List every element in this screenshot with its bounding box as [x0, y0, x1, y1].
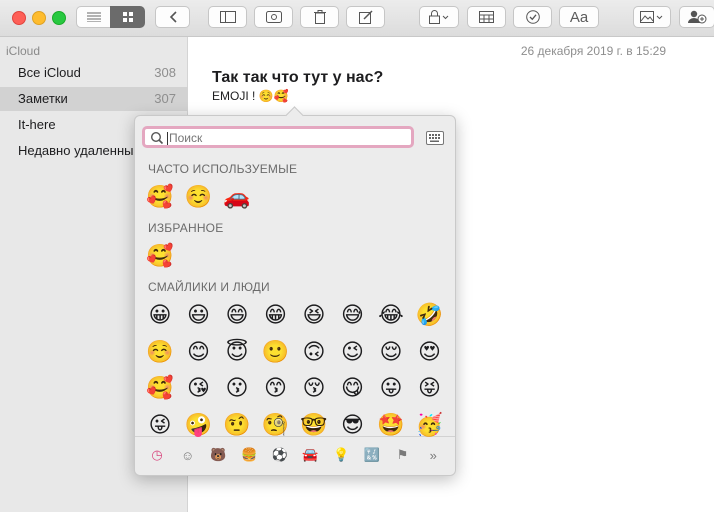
emoji-cell[interactable]: 😊: [184, 337, 214, 367]
emoji-cell[interactable]: 😙: [261, 373, 291, 403]
section-title-frequent: ЧАСТО ИСПОЛЬЗУЕМЫЕ: [148, 162, 298, 176]
flag-icon[interactable]: ⚑: [394, 446, 412, 464]
emoji-cell[interactable]: 😂: [376, 300, 406, 330]
emoji-search-input[interactable]: [169, 131, 399, 145]
emoji-cell[interactable]: 🥳: [415, 410, 445, 440]
note-date: 26 декабря 2019 г. в 15:29: [520, 44, 666, 58]
emoji-cell[interactable]: 😆: [299, 300, 329, 330]
emoji-cell[interactable]: ☺️: [184, 182, 214, 212]
emoji-cell[interactable]: 🙃: [299, 337, 329, 367]
new-note-button[interactable]: [346, 6, 385, 28]
emoji-cell[interactable]: 🥰: [145, 182, 175, 212]
compose-icon: [358, 10, 373, 24]
zoom-window-button[interactable]: [52, 11, 66, 25]
sidebar-item-count: 307: [154, 91, 176, 106]
emoji-cell[interactable]: 🥰: [145, 373, 175, 403]
toolbar: Aa: [0, 0, 714, 37]
text-cursor: [167, 132, 168, 145]
checklist-button[interactable]: [513, 6, 552, 28]
close-window-button[interactable]: [12, 11, 26, 25]
emoji-cell[interactable]: 😄: [222, 300, 252, 330]
emoji-cell[interactable]: 😝: [415, 373, 445, 403]
section-title-favorites: ИЗБРАННОЕ: [148, 221, 224, 235]
media-button[interactable]: [633, 6, 671, 28]
section-title-smileys: СМАЙЛИКИ И ЛЮДИ: [148, 280, 270, 294]
share-button[interactable]: [679, 6, 714, 28]
add-person-icon: [688, 10, 707, 24]
car-icon[interactable]: 🚘: [302, 446, 320, 464]
table-icon: [479, 11, 494, 23]
sidebar-item-count: 308: [154, 65, 176, 80]
sidebar-icon: [219, 11, 236, 23]
lock-icon: [429, 10, 449, 24]
table-button[interactable]: [467, 6, 506, 28]
sidebar-item-label: Все iCloud: [18, 65, 81, 80]
emoji-cell[interactable]: 😗: [222, 373, 252, 403]
attachments-button[interactable]: [254, 6, 293, 28]
trash-icon: [313, 10, 326, 24]
emoji-category-bar: ◷ ☺ 🐻 🍔 ⚽ 🚘 💡 🔣 ⚑ »: [135, 436, 455, 475]
emoji-cell[interactable]: 🙂: [261, 337, 291, 367]
emoji-cell[interactable]: 😃: [184, 300, 214, 330]
sidebar-item-all-icloud[interactable]: Все iCloud 308: [0, 61, 188, 85]
note-body[interactable]: EMOJI ! ☺️🥰: [212, 89, 289, 103]
delete-button[interactable]: [300, 6, 339, 28]
sidebar-item-label: Недавно удаленные: [18, 143, 141, 158]
list-icon: [86, 12, 101, 22]
emoji-cell[interactable]: 🥰: [145, 241, 175, 271]
search-icon: [150, 131, 164, 145]
emoji-cell[interactable]: 😇: [222, 337, 252, 367]
lock-button[interactable]: [419, 6, 459, 28]
grid-icon: [122, 12, 133, 22]
emoji-cell[interactable]: 😜: [145, 410, 175, 440]
animal-icon[interactable]: 🐻: [209, 446, 227, 464]
chevron-left-icon: [169, 11, 177, 23]
emoji-cell[interactable]: 😛: [376, 373, 406, 403]
character-viewer-icon[interactable]: [426, 131, 444, 145]
account-header: iCloud: [6, 44, 41, 58]
emoji-cell[interactable]: 🤨: [222, 410, 252, 440]
emoji-cell[interactable]: 🤣: [415, 300, 445, 330]
emoji-cell[interactable]: 😁: [261, 300, 291, 330]
emoji-cell[interactable]: 😚: [299, 373, 329, 403]
sidebar-item-label: It-here: [18, 117, 56, 132]
food-icon[interactable]: 🍔: [240, 446, 258, 464]
emoji-cell[interactable]: 🤓: [299, 410, 329, 440]
emoji-cell[interactable]: 🧐: [261, 410, 291, 440]
emoji-cell[interactable]: 😉: [338, 337, 368, 367]
recent-clock-icon[interactable]: ◷: [148, 446, 166, 464]
ball-icon[interactable]: ⚽: [271, 446, 289, 464]
smiley-icon[interactable]: ☺: [179, 446, 197, 464]
emoji-cell[interactable]: 😍: [415, 337, 445, 367]
sidebar-item-notes[interactable]: Заметки 307: [0, 87, 188, 111]
photo-icon: [640, 11, 663, 23]
emoji-cell[interactable]: 🤩: [376, 410, 406, 440]
emoji-cell[interactable]: 😋: [338, 373, 368, 403]
sidebar-item-label: Заметки: [18, 91, 68, 106]
minimize-window-button[interactable]: [32, 11, 46, 25]
note-title[interactable]: Так так что тут у нас?: [212, 69, 383, 87]
emoji-cell[interactable]: 😌: [376, 337, 406, 367]
emoji-search-field[interactable]: [142, 126, 414, 148]
gallery-view-button[interactable]: [110, 6, 145, 28]
emoji-cell[interactable]: 😎: [338, 410, 368, 440]
format-button[interactable]: Aa: [559, 6, 599, 28]
format-text-icon: Aa: [569, 8, 589, 26]
checkmark-circle-icon: [525, 10, 540, 24]
emoji-cell[interactable]: 🚗: [222, 182, 252, 212]
list-view-button[interactable]: [76, 6, 111, 28]
emoji-cell[interactable]: 😘: [184, 373, 214, 403]
emoji-cell[interactable]: 🤪: [184, 410, 214, 440]
attachment-icon: [265, 11, 282, 23]
lightbulb-icon[interactable]: 💡: [332, 446, 350, 464]
symbols-icon[interactable]: 🔣: [363, 446, 381, 464]
more-icon[interactable]: »: [424, 446, 442, 464]
emoji-cell[interactable]: 😀: [145, 300, 175, 330]
emoji-picker: ЧАСТО ИСПОЛЬЗУЕМЫЕ ИЗБРАННОЕ СМАЙЛИКИ И …: [134, 106, 456, 476]
back-button[interactable]: [155, 6, 190, 28]
emoji-cell[interactable]: 😅: [338, 300, 368, 330]
toggle-sidebar-button[interactable]: [208, 6, 247, 28]
emoji-cell[interactable]: ☺️: [145, 337, 175, 367]
